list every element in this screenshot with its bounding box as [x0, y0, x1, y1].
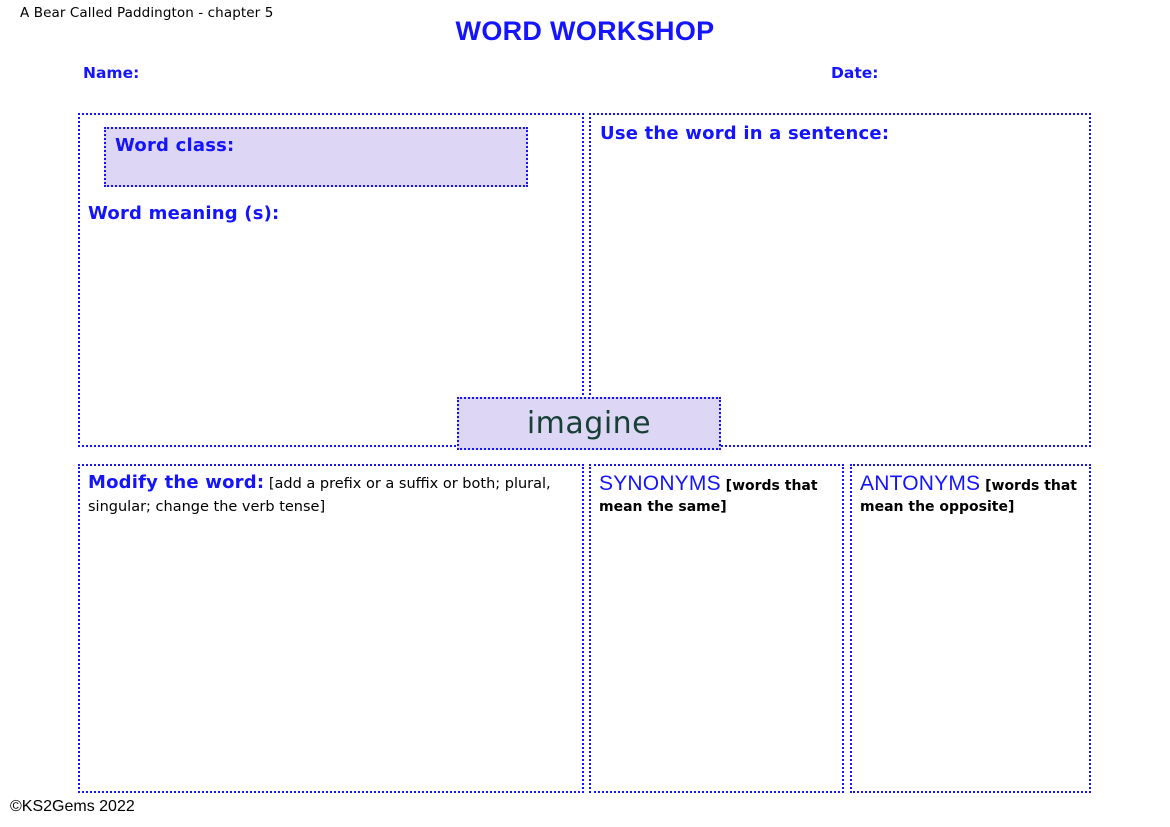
synonyms-prompt: SYNONYMS [words that mean the same]: [599, 472, 837, 518]
name-field-label: Name:: [83, 64, 140, 82]
use-in-sentence-label: Use the word in a sentence:: [600, 123, 890, 144]
antonyms-panel[interactable]: ANTONYMS [words that mean the opposite]: [850, 464, 1091, 793]
antonyms-prompt: ANTONYMS [words that mean the opposite]: [860, 472, 1084, 518]
date-field-label: Date:: [831, 64, 879, 82]
word-meaning-label: Word meaning (s):: [88, 203, 280, 224]
modify-the-word-label: Modify the word:: [88, 472, 265, 493]
antonyms-label: ANTONYMS: [860, 472, 981, 495]
modify-prompt: Modify the word: [add a prefix or a suff…: [88, 472, 577, 519]
modify-the-word-panel[interactable]: Modify the word: [add a prefix or a suff…: [78, 464, 584, 793]
copyright-notice: ©KS2Gems 2022: [10, 798, 135, 815]
word-class-label: Word class:: [115, 135, 235, 156]
synonyms-panel[interactable]: SYNONYMS [words that mean the same]: [589, 464, 844, 793]
synonyms-label: SYNONYMS: [599, 472, 721, 495]
page-title: WORD WORKSHOP: [455, 16, 715, 46]
word-class-input-box[interactable]: Word class:: [104, 127, 528, 187]
focus-word-text: imagine: [526, 405, 652, 441]
focus-word-box: imagine: [457, 397, 721, 450]
